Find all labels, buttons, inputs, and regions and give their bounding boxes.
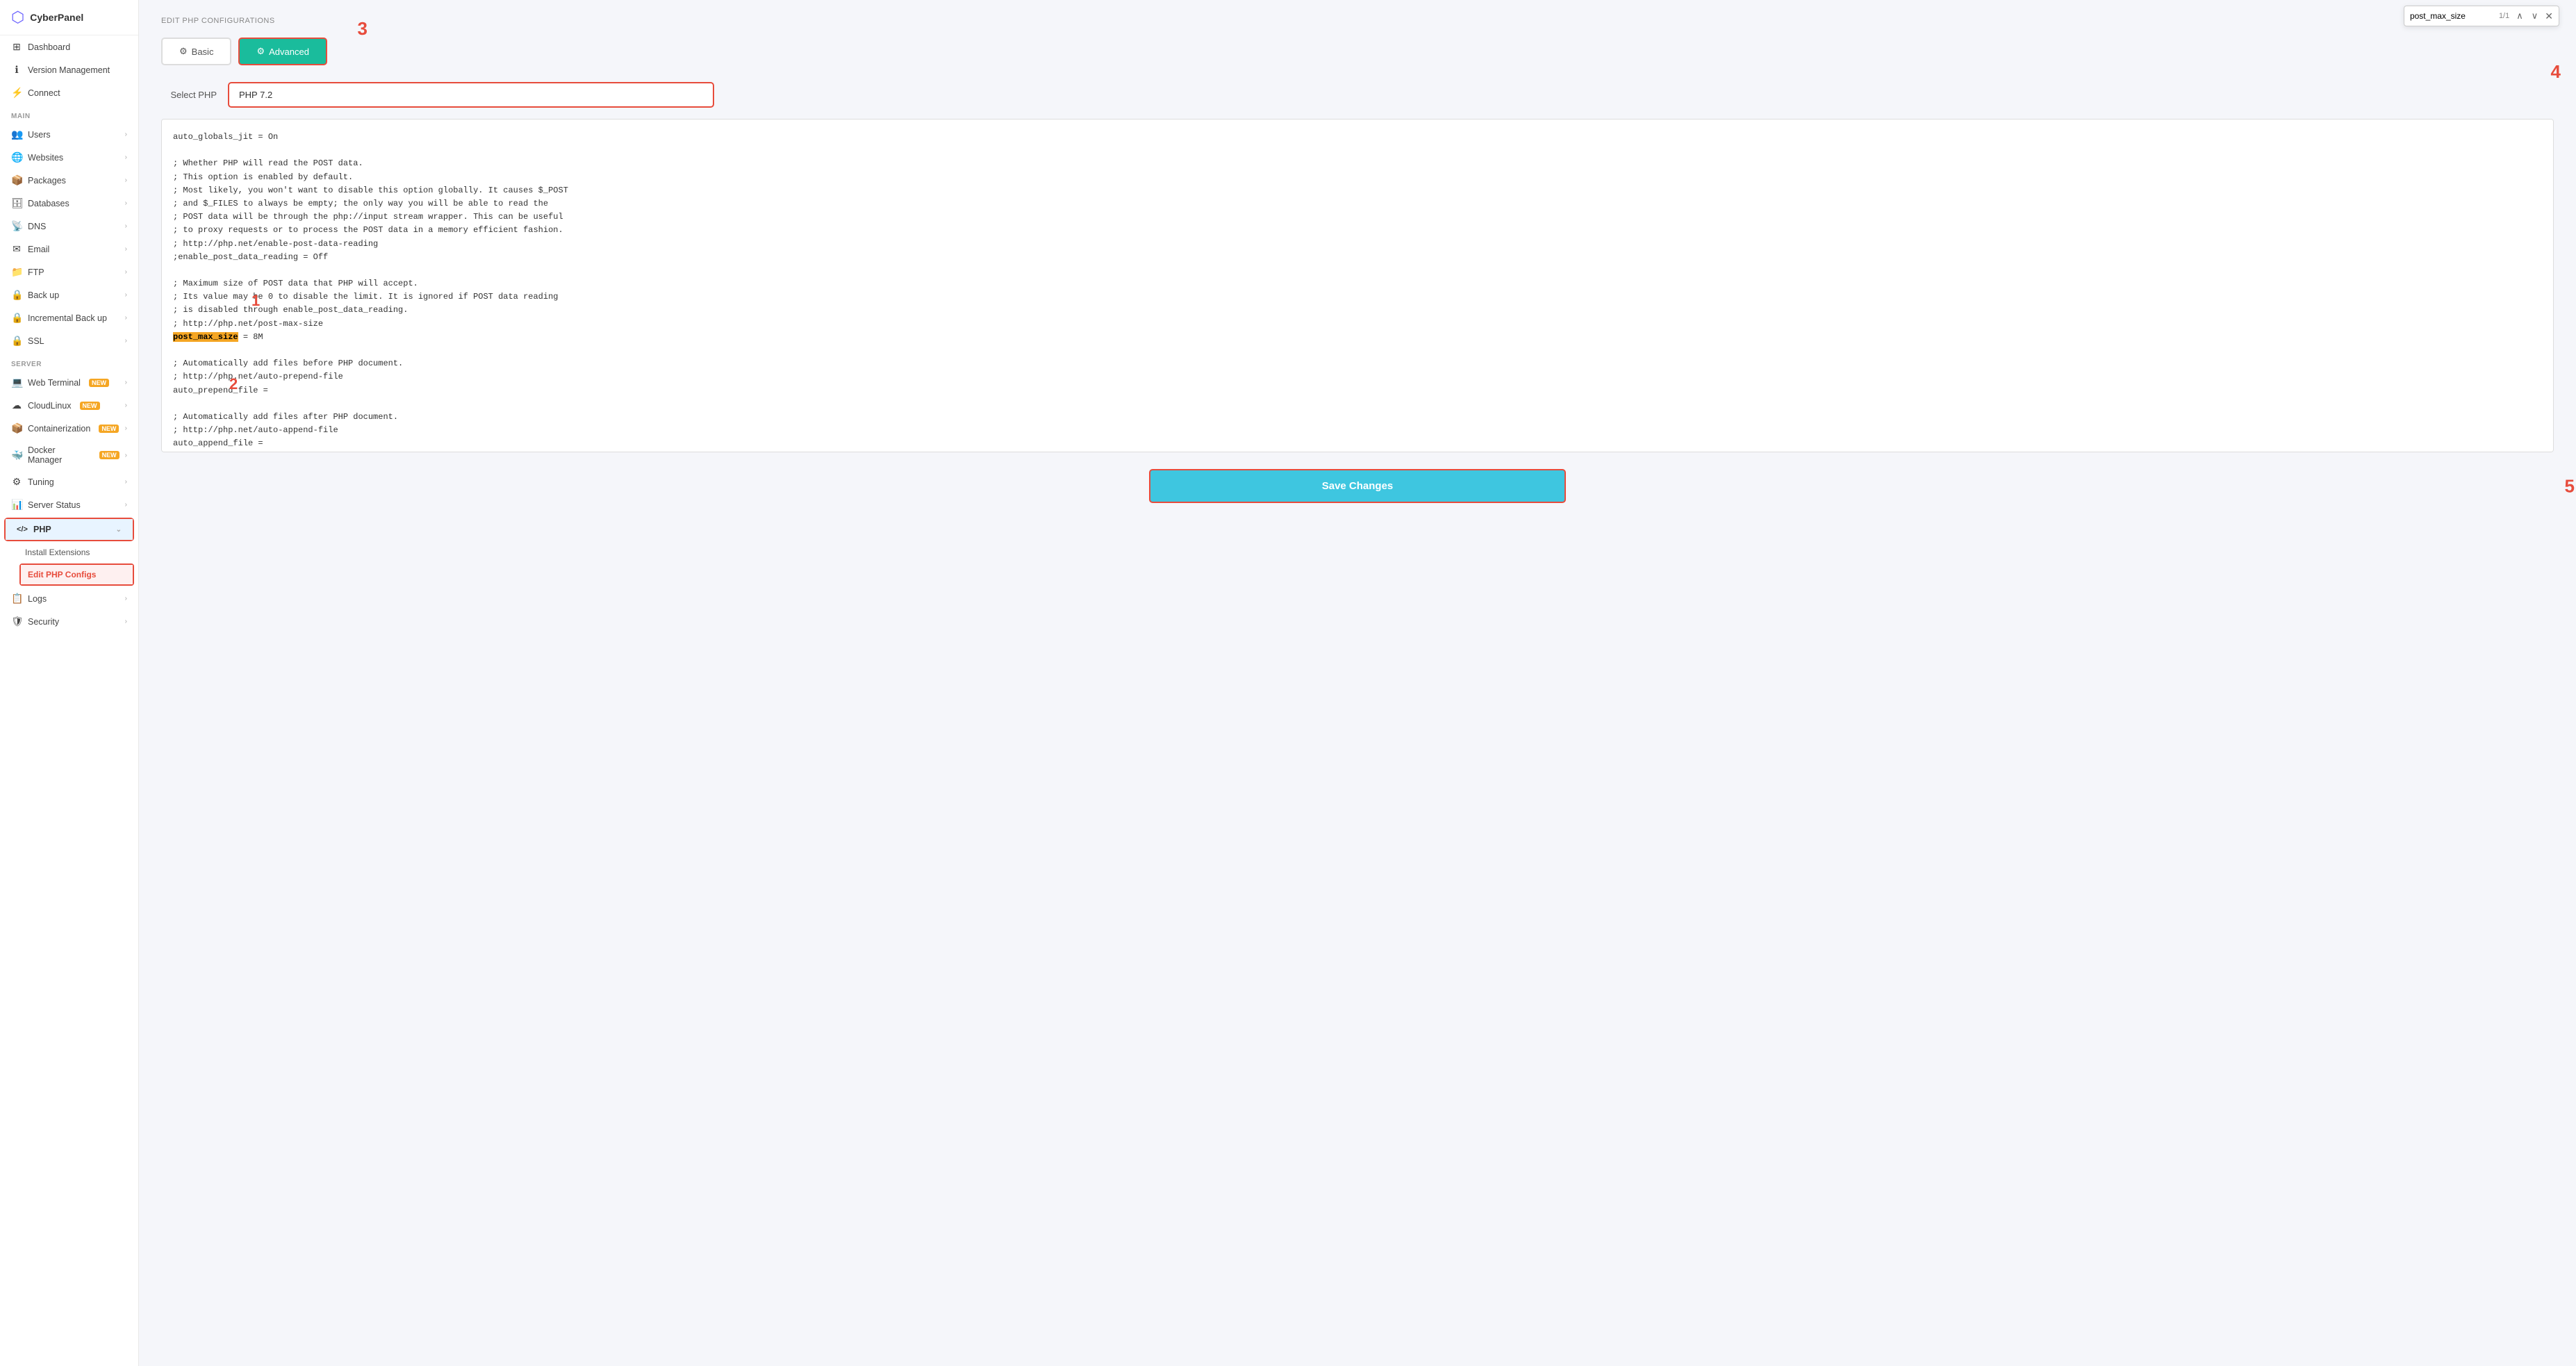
sidebar-item-incremental-backup[interactable]: 🔒 Incremental Back up › (0, 306, 138, 329)
sidebar-item-users[interactable]: 👥 Users › (0, 123, 138, 146)
sidebar-item-web-terminal[interactable]: 💻 Web Terminal NEW › (0, 371, 138, 394)
databases-icon: 🗄 (11, 197, 22, 209)
cloudlinux-icon: ☁ (11, 400, 22, 411)
sidebar-item-connect[interactable]: ⚡ Connect (0, 81, 138, 104)
containerization-icon: 📦 (11, 422, 22, 434)
logs-icon: 📋 (11, 593, 22, 604)
dns-icon: 📡 (11, 220, 22, 232)
php-version-select[interactable]: PHP 5.6 PHP 7.0 PHP 7.1 PHP 7.2 PHP 7.3 … (228, 82, 714, 108)
sidebar-item-tuning[interactable]: ⚙ Tuning › (0, 470, 138, 493)
php-icon: </> (17, 525, 28, 534)
sidebar-item-docker-manager[interactable]: 🐳 Docker Manager NEW › (0, 440, 138, 470)
sidebar-item-version-management[interactable]: ℹ Version Management (0, 58, 138, 81)
server-status-icon: 📊 (11, 499, 22, 511)
sidebar-sub-item-edit-php-configs[interactable]: Edit PHP Configs (21, 565, 133, 584)
tab-advanced[interactable]: ⚙ Advanced 3 (238, 38, 327, 65)
main-content: 1/1 ∧ ∨ ✕ 1 2 EDIT PHP CONFIGURATIONS ⚙ … (139, 0, 2576, 1366)
tabs-row: ⚙ Basic ⚙ Advanced 3 (161, 38, 2554, 65)
sidebar-item-cloudlinux[interactable]: ☁ CloudLinux NEW › (0, 394, 138, 417)
chevron-right-icon: › (125, 425, 127, 432)
sidebar-item-dashboard[interactable]: ⊞ Dashboard (0, 35, 138, 58)
backup-icon: 🔒 (11, 289, 22, 301)
chevron-right-icon: › (125, 222, 127, 230)
chevron-down-icon: ⌄ (116, 526, 122, 534)
chevron-right-icon: › (125, 452, 127, 459)
tuning-icon: ⚙ (11, 476, 22, 488)
search-input[interactable] (2410, 11, 2493, 21)
chevron-right-icon: › (125, 618, 127, 625)
sidebar-item-containerization[interactable]: 📦 Containerization NEW › (0, 417, 138, 440)
gear-icon: ⚙ (179, 46, 188, 57)
chevron-right-icon: › (125, 314, 127, 322)
chevron-right-icon: › (125, 501, 127, 509)
chevron-right-icon: › (125, 268, 127, 276)
search-count: 1/1 (2499, 12, 2509, 20)
sidebar-item-security[interactable]: 🛡 Security › (0, 610, 138, 633)
docker-icon: 🐳 (11, 450, 22, 461)
content-area: EDIT PHP CONFIGURATIONS ⚙ Basic ⚙ Advanc… (139, 0, 2576, 1366)
tab-basic[interactable]: ⚙ Basic (161, 38, 231, 65)
email-icon: ✉ (11, 243, 22, 255)
chevron-right-icon: › (125, 291, 127, 299)
chevron-right-icon: › (125, 337, 127, 345)
search-overlay: 1/1 ∧ ∨ ✕ (2404, 6, 2559, 26)
chevron-right-icon: › (125, 595, 127, 602)
select-php-row: Select PHP PHP 5.6 PHP 7.0 PHP 7.1 PHP 7… (161, 82, 2554, 108)
save-button-row: Save Changes 5 (161, 469, 2554, 503)
php-config-editor[interactable]: auto_globals_jit = On ; Whether PHP will… (161, 119, 2554, 452)
save-changes-button[interactable]: Save Changes (1149, 469, 1566, 503)
highlighted-text: post_max_size (173, 332, 238, 342)
section-server-label: SERVER (0, 352, 138, 371)
sidebar-item-packages[interactable]: 📦 Packages › (0, 169, 138, 192)
sidebar-item-logs[interactable]: 📋 Logs › (0, 587, 138, 610)
sidebar-sub-item-install-extensions[interactable]: Install Extensions (0, 543, 138, 562)
chevron-right-icon: › (125, 402, 127, 409)
chevron-right-icon: › (125, 379, 127, 386)
search-next-button[interactable]: ∨ (2530, 9, 2540, 23)
search-close-button[interactable]: ✕ (2545, 10, 2553, 22)
chevron-right-icon: › (125, 154, 127, 161)
websites-icon: 🌐 (11, 151, 22, 163)
sidebar-item-websites[interactable]: 🌐 Websites › (0, 146, 138, 169)
packages-icon: 📦 (11, 174, 22, 186)
search-prev-button[interactable]: ∧ (2515, 9, 2525, 23)
sidebar-item-php[interactable]: </> PHP ⌄ (6, 519, 133, 540)
ftp-icon: 📁 (11, 266, 22, 278)
dashboard-icon: ⊞ (11, 41, 22, 53)
ssl-icon: 🔒 (11, 335, 22, 347)
chevron-right-icon: › (125, 199, 127, 207)
section-main-label: MAIN (0, 104, 138, 123)
chevron-right-icon: › (125, 245, 127, 253)
annotation-5: 5 (2565, 475, 2575, 497)
sidebar-item-dns[interactable]: 📡 DNS › (0, 215, 138, 238)
gear-icon-advanced: ⚙ (256, 46, 265, 57)
connect-icon: ⚡ (11, 87, 22, 99)
chevron-right-icon: › (125, 176, 127, 184)
chevron-right-icon: › (125, 131, 127, 138)
chevron-right-icon: › (125, 478, 127, 486)
users-icon: 👥 (11, 129, 22, 140)
web-terminal-icon: 💻 (11, 377, 22, 388)
sidebar-item-ssl[interactable]: 🔒 SSL › (0, 329, 138, 352)
security-icon: 🛡 (11, 616, 22, 627)
sidebar: ⬡ CyberPanel ⊞ Dashboard ℹ Version Manag… (0, 0, 139, 1366)
page-title: EDIT PHP CONFIGURATIONS (161, 17, 2554, 25)
sidebar-item-databases[interactable]: 🗄 Databases › (0, 192, 138, 215)
sidebar-item-backup[interactable]: 🔒 Back up › (0, 283, 138, 306)
select-php-label: Select PHP (161, 90, 217, 100)
sidebar-item-server-status[interactable]: 📊 Server Status › (0, 493, 138, 516)
sidebar-item-email[interactable]: ✉ Email › (0, 238, 138, 261)
info-icon: ℹ (11, 64, 22, 76)
incremental-backup-icon: 🔒 (11, 312, 22, 324)
sidebar-item-ftp[interactable]: 📁 FTP › (0, 261, 138, 283)
